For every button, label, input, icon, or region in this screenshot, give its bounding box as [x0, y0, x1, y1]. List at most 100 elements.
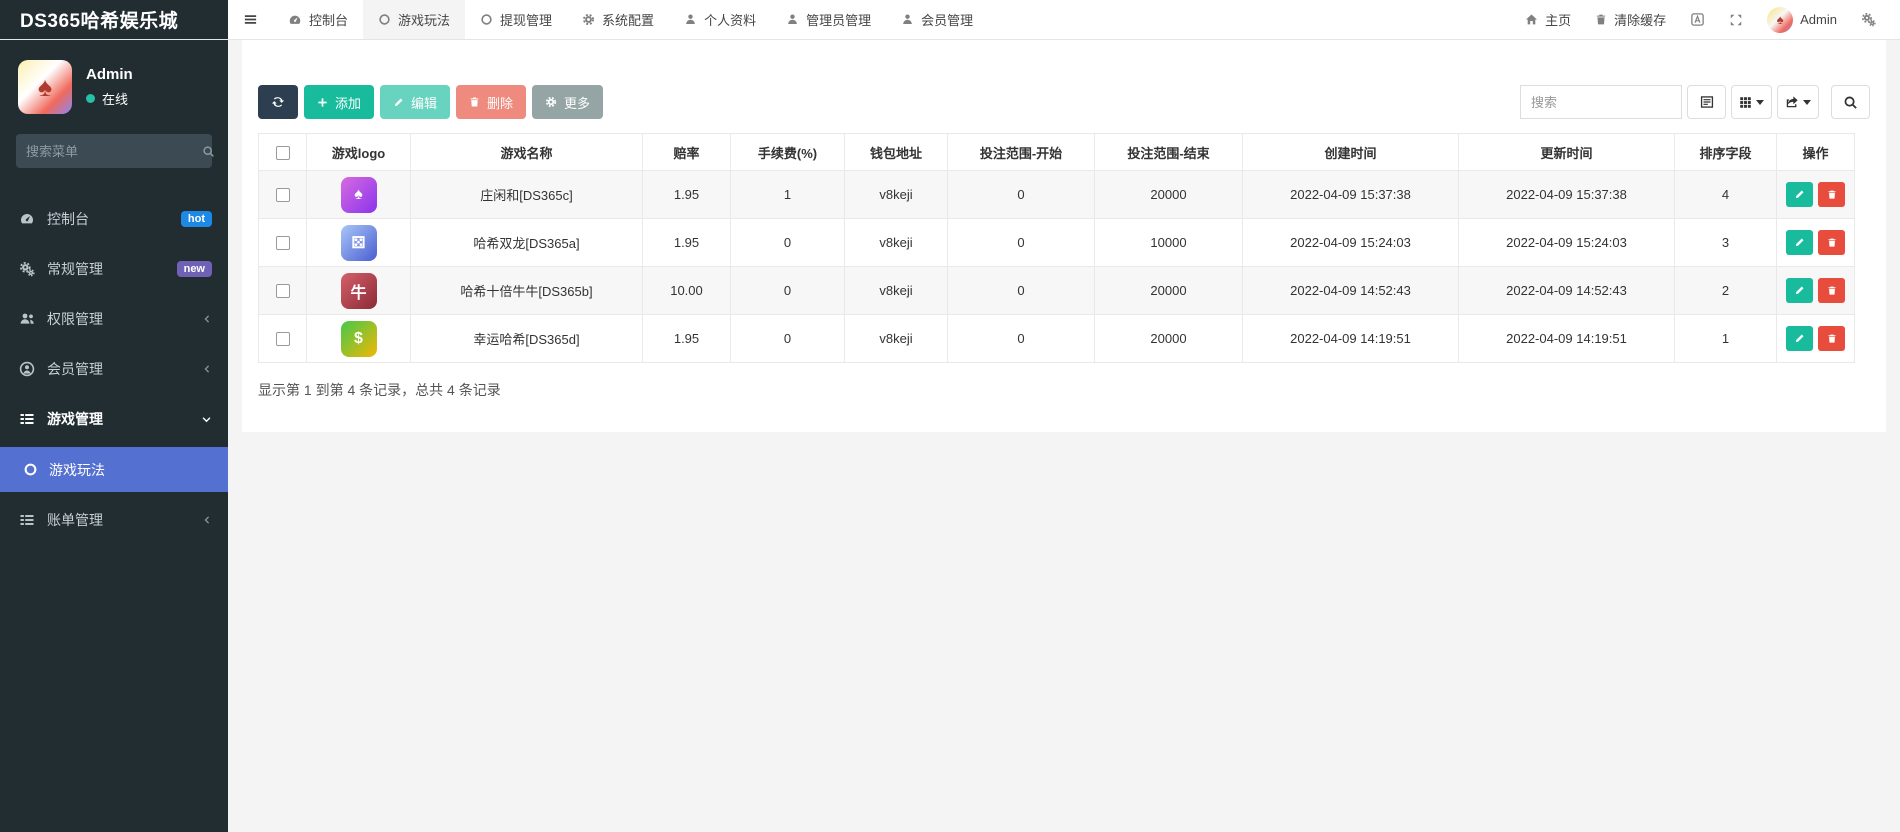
actions-cell — [1777, 267, 1855, 315]
bet-start-cell: 0 — [948, 315, 1095, 363]
user-icon — [786, 13, 799, 26]
plus-icon — [317, 97, 328, 108]
sidebar-toggle-button[interactable] — [228, 0, 273, 39]
new-badge: new — [177, 261, 212, 277]
fullscreen-button[interactable] — [1717, 13, 1755, 27]
row-checkbox[interactable] — [276, 332, 290, 346]
bet-start-cell: 0 — [948, 267, 1095, 315]
updated-cell: 2022-04-09 14:19:51 — [1459, 315, 1675, 363]
home-icon — [1525, 13, 1538, 26]
row-delete-button[interactable] — [1818, 182, 1845, 207]
sidebar-search-input[interactable] — [26, 144, 202, 159]
chevron-left-icon — [202, 314, 212, 324]
export-icon — [1785, 95, 1799, 109]
clear-cache-link[interactable]: 清除缓存 — [1583, 10, 1678, 29]
sidebar-item-label: 游戏玩法 — [49, 460, 105, 480]
bet-end-cell: 10000 — [1095, 219, 1243, 267]
table-row: $ 幸运哈希[DS365d] 1.95 0 v8keji 0 20000 202… — [259, 315, 1855, 363]
sidebar-item-game-play-active[interactable]: 游戏玩法 — [0, 447, 228, 492]
column-header: 投注范围-结束 — [1095, 134, 1243, 171]
avatar: ♠ — [18, 60, 72, 114]
search-toggle-button[interactable] — [1831, 85, 1870, 119]
bet-start-cell: 0 — [948, 219, 1095, 267]
row-edit-button[interactable] — [1786, 326, 1813, 351]
export-button[interactable] — [1777, 85, 1819, 119]
sidebar-search — [16, 134, 212, 168]
created-cell: 2022-04-09 15:24:03 — [1243, 219, 1459, 267]
tab-withdraw[interactable]: 提现管理 — [465, 0, 567, 39]
tab-member-manage[interactable]: 会员管理 — [886, 0, 988, 39]
home-link[interactable]: 主页 — [1513, 10, 1583, 29]
odds-cell: 1.95 — [643, 315, 731, 363]
tab-profile[interactable]: 个人资料 — [669, 0, 771, 39]
wallet-cell: v8keji — [845, 219, 948, 267]
more-button[interactable]: 更多 — [532, 85, 603, 119]
clear-cache-label: 清除缓存 — [1614, 10, 1666, 29]
online-status-label: 在线 — [102, 89, 128, 108]
sort-cell: 2 — [1675, 267, 1777, 315]
expand-icon — [1729, 13, 1743, 27]
odds-cell: 10.00 — [643, 267, 731, 315]
username: Admin — [1800, 12, 1837, 27]
tab-admin-manage[interactable]: 管理员管理 — [771, 0, 886, 39]
top-navbar: DS365哈希娱乐城 控制台 游戏玩法 提现管理 系统配置 个人资料 — [0, 0, 1900, 40]
add-button[interactable]: 添加 — [304, 85, 374, 119]
column-header: 排序字段 — [1675, 134, 1777, 171]
language-button[interactable] — [1678, 12, 1717, 27]
select-all-checkbox[interactable] — [276, 146, 290, 160]
row-edit-button[interactable] — [1786, 230, 1813, 255]
table-header-row: 游戏logo 游戏名称 赔率 手续费(%) 钱包地址 投注范围-开始 投注范围-… — [259, 134, 1855, 171]
sidebar-item-bills[interactable]: 账单管理 — [0, 495, 228, 545]
column-header: 手续费(%) — [731, 134, 845, 171]
search-icon — [202, 145, 215, 158]
select-all-cell — [259, 134, 307, 171]
detail-view-button[interactable] — [1687, 85, 1726, 119]
row-checkbox[interactable] — [276, 188, 290, 202]
row-checkbox[interactable] — [276, 236, 290, 250]
game-name-cell: 哈希十倍牛牛[DS365b] — [411, 267, 643, 315]
circle-icon — [480, 13, 493, 26]
edit-button-label: 编辑 — [411, 93, 437, 112]
sort-cell: 4 — [1675, 171, 1777, 219]
row-edit-button[interactable] — [1786, 278, 1813, 303]
zhuangxianhe-logo: ♠ — [341, 177, 377, 213]
wallet-cell: v8keji — [845, 171, 948, 219]
user-menu[interactable]: ♠ Admin — [1755, 7, 1849, 33]
delete-button[interactable]: 删除 — [456, 85, 526, 119]
columns-button[interactable] — [1731, 85, 1772, 119]
circle-icon — [378, 13, 391, 26]
row-delete-button[interactable] — [1818, 230, 1845, 255]
tab-label: 系统配置 — [602, 10, 654, 29]
main-content: 添加 编辑 删除 更多 — [228, 40, 1900, 832]
user-icon — [684, 13, 697, 26]
sidebar-item-general[interactable]: 常规管理 new — [0, 244, 228, 294]
tab-label: 游戏玩法 — [398, 10, 450, 29]
sidebar-item-permissions[interactable]: 权限管理 — [0, 294, 228, 344]
tab-game-play[interactable]: 游戏玩法 — [363, 0, 465, 39]
sidebar-item-console[interactable]: 控制台 hot — [0, 194, 228, 244]
row-delete-button[interactable] — [1818, 278, 1845, 303]
delete-button-label: 删除 — [487, 93, 513, 112]
settings-button[interactable] — [1849, 12, 1888, 27]
row-edit-button[interactable] — [1786, 182, 1813, 207]
fee-cell: 0 — [731, 315, 845, 363]
sidebar-item-members[interactable]: 会员管理 — [0, 344, 228, 394]
list-icon — [18, 411, 36, 427]
sidebar-user-panel: ♠ Admin 在线 — [0, 40, 228, 130]
table-search-input[interactable] — [1520, 85, 1682, 119]
column-header: 投注范围-开始 — [948, 134, 1095, 171]
column-header: 游戏logo — [307, 134, 411, 171]
sidebar-item-label: 常规管理 — [47, 259, 166, 279]
grid-icon — [1739, 96, 1752, 109]
wallet-cell: v8keji — [845, 267, 948, 315]
row-checkbox[interactable] — [276, 284, 290, 298]
edit-button[interactable]: 编辑 — [380, 85, 450, 119]
tab-label: 控制台 — [309, 10, 348, 29]
sidebar-item-game-manage[interactable]: 游戏管理 — [0, 394, 228, 444]
refresh-icon — [271, 95, 285, 109]
row-delete-button[interactable] — [1818, 326, 1845, 351]
refresh-button[interactable] — [258, 85, 298, 119]
game-name-cell: 幸运哈希[DS365d] — [411, 315, 643, 363]
tab-console[interactable]: 控制台 — [273, 0, 363, 39]
tab-system-config[interactable]: 系统配置 — [567, 0, 669, 39]
